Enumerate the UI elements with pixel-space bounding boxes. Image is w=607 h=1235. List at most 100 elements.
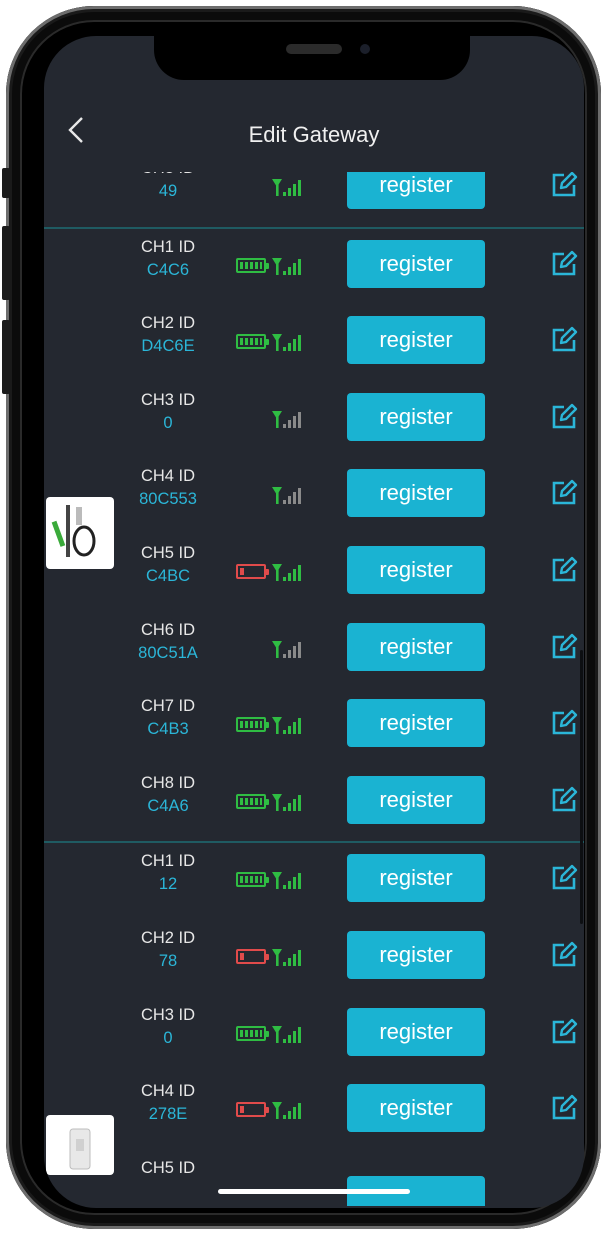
- channel-label: CH3 ID: [140, 390, 196, 409]
- register-button[interactable]: register: [347, 316, 485, 365]
- edit-icon[interactable]: [550, 633, 578, 661]
- signal-icon: [272, 334, 301, 352]
- channel-row: CH3 ID 0 register: [44, 997, 584, 1074]
- battery-low-icon: [236, 1102, 269, 1118]
- device-status: [236, 409, 310, 429]
- channel-info: CH2 ID 78: [116, 928, 220, 971]
- volume-down-button: [2, 320, 10, 394]
- probe-icon: [51, 504, 96, 557]
- device-status: [236, 947, 310, 967]
- register-button[interactable]: register: [347, 1007, 485, 1056]
- channel-row: CH4 ID 278E register: [44, 1073, 584, 1150]
- channel-info: CH2 ID D4C6E: [116, 313, 220, 356]
- battery-full-icon: [236, 793, 269, 809]
- signal-icon: [272, 717, 301, 735]
- register-button[interactable]: register: [347, 775, 485, 824]
- channel-id: 0: [163, 1028, 173, 1047]
- device-status: [236, 1024, 310, 1044]
- register-button[interactable]: register: [347, 469, 485, 518]
- signal-icon: [272, 793, 301, 811]
- channel-row: CH4 ID 80C553 register: [44, 458, 584, 535]
- battery-low-icon: [236, 563, 269, 579]
- channel-id: 78: [158, 951, 178, 970]
- channel-id: D4C6E: [141, 337, 195, 356]
- home-indicator[interactable]: [218, 1189, 410, 1194]
- channel-label: CH6 ID: [140, 620, 196, 639]
- device-status: [236, 639, 310, 659]
- sensor-device-image: [46, 1115, 114, 1176]
- edit-icon[interactable]: [550, 326, 578, 354]
- register-button[interactable]: register: [347, 930, 485, 979]
- app-screen: Edit Gateway 0 CH8 ID 49 register CH1 ID C4C…: [44, 36, 584, 1208]
- channel-row: CH6 ID 80C51A register: [44, 612, 584, 689]
- channel-row: CH3 ID 0 register: [44, 382, 584, 459]
- front-camera: [360, 44, 370, 54]
- channel-label: CH7 ID: [140, 697, 196, 716]
- signal-icon: [272, 410, 301, 428]
- register-button[interactable]: register: [347, 239, 485, 288]
- channel-id: 49: [158, 182, 178, 200]
- edit-icon[interactable]: [550, 1094, 578, 1122]
- notch: [154, 36, 470, 80]
- sensor-probe-image: [46, 496, 114, 569]
- channel-label: CH1 ID: [140, 237, 196, 256]
- edit-icon[interactable]: [550, 250, 578, 278]
- channel-label: CH1 ID: [140, 852, 196, 871]
- register-button[interactable]: register: [347, 1084, 485, 1133]
- edit-icon[interactable]: [550, 171, 578, 199]
- device-status: [236, 792, 310, 812]
- channel-info: CH7 ID C4B3: [116, 696, 220, 739]
- channel-label: CH3 ID: [140, 1005, 196, 1024]
- nav-header: Edit Gateway: [44, 96, 584, 172]
- signal-icon: [272, 948, 301, 966]
- device-status: [236, 562, 310, 582]
- signal-icon: [272, 257, 301, 275]
- device-status: [236, 485, 310, 505]
- battery-full-icon: [236, 1025, 269, 1041]
- register-button[interactable]: register: [347, 699, 485, 748]
- channel-row: CH7 ID C4B3 register: [44, 688, 584, 765]
- channel-info: CH3 ID 0: [116, 1005, 220, 1048]
- edit-icon[interactable]: [550, 864, 578, 892]
- channel-info: CH5 ID C4BC: [116, 543, 220, 586]
- edit-icon[interactable]: [550, 941, 578, 969]
- channel-id: 0: [163, 413, 173, 432]
- channel-info: CH6 ID 80C51A: [116, 620, 220, 663]
- edit-icon[interactable]: [550, 786, 578, 814]
- battery-full-icon: [236, 257, 269, 273]
- channel-id: 80C553: [139, 490, 197, 509]
- edit-icon[interactable]: [550, 1018, 578, 1046]
- signal-icon: [272, 1102, 301, 1120]
- signal-icon: [272, 179, 301, 196]
- channel-info: CH4 ID 80C553: [116, 466, 220, 509]
- edit-icon[interactable]: [550, 403, 578, 431]
- channel-info: CH8 ID C4A6: [116, 773, 220, 816]
- register-button[interactable]: register: [347, 392, 485, 441]
- device-status: [236, 256, 310, 276]
- edit-icon[interactable]: [550, 479, 578, 507]
- signal-icon: [272, 872, 301, 890]
- register-button[interactable]: register: [347, 545, 485, 594]
- channel-label: CH5 ID: [140, 1158, 196, 1177]
- edit-icon[interactable]: [550, 709, 578, 737]
- scrollbar[interactable]: [580, 650, 583, 924]
- channel-id: C4A6: [147, 796, 189, 815]
- channel-info: CH1 ID C4C6: [116, 237, 220, 280]
- channel-group: CH1 ID 12 register CH2 ID 78 register CH3 ID 0 r…: [44, 843, 584, 1206]
- signal-icon: [272, 487, 301, 505]
- edit-icon[interactable]: [550, 556, 578, 584]
- battery-full-icon: [236, 717, 269, 733]
- channel-id: 80C51A: [138, 643, 198, 662]
- battery-low-icon: [236, 948, 269, 964]
- channel-id: C4B3: [147, 720, 189, 739]
- channel-info: CH4 ID 278E: [116, 1081, 220, 1124]
- register-button[interactable]: register: [347, 854, 485, 903]
- channel-list: CH8 ID49registerCH1 IDC4C6registerCH2 ID…: [44, 150, 584, 1206]
- battery-full-icon: [236, 334, 269, 350]
- channel-info: CH1 ID 12: [116, 851, 220, 894]
- register-button[interactable]: register: [347, 622, 485, 671]
- channel-id: C4BC: [145, 566, 190, 585]
- device-status: [236, 177, 310, 197]
- signal-icon: [272, 640, 301, 658]
- channel-label: CH4 ID: [140, 1082, 196, 1101]
